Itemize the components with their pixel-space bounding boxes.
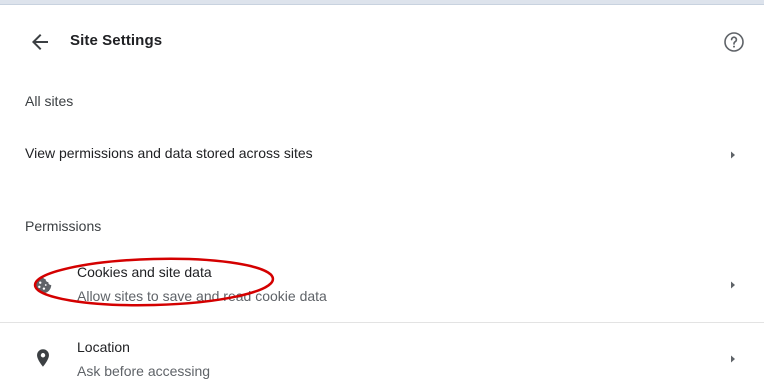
location-row[interactable]: Location Ask before accessing <box>0 323 764 387</box>
chevron-right-icon <box>731 281 735 289</box>
all-sites-heading: All sites <box>25 93 74 109</box>
permissions-heading: Permissions <box>25 218 102 234</box>
location-label: Location <box>77 339 130 355</box>
page-header: Site Settings <box>0 22 764 62</box>
chevron-right-icon <box>731 151 735 159</box>
page-title: Site Settings <box>70 32 163 49</box>
window-top-border <box>0 0 764 5</box>
cookie-icon <box>34 276 52 294</box>
view-permissions-row[interactable]: View permissions and data stored across … <box>0 136 764 174</box>
location-sublabel: Ask before accessing <box>77 363 211 379</box>
cookies-sublabel: Allow sites to save and read cookie data <box>77 288 327 304</box>
cookies-label: Cookies and site data <box>77 264 212 280</box>
arrow-left-icon[interactable] <box>28 30 52 54</box>
location-pin-icon <box>37 349 49 367</box>
chevron-right-icon <box>731 355 735 363</box>
help-circle-icon[interactable] <box>722 30 746 54</box>
view-permissions-label: View permissions and data stored across … <box>25 145 313 161</box>
cookies-row[interactable]: Cookies and site data Allow sites to sav… <box>0 258 764 322</box>
